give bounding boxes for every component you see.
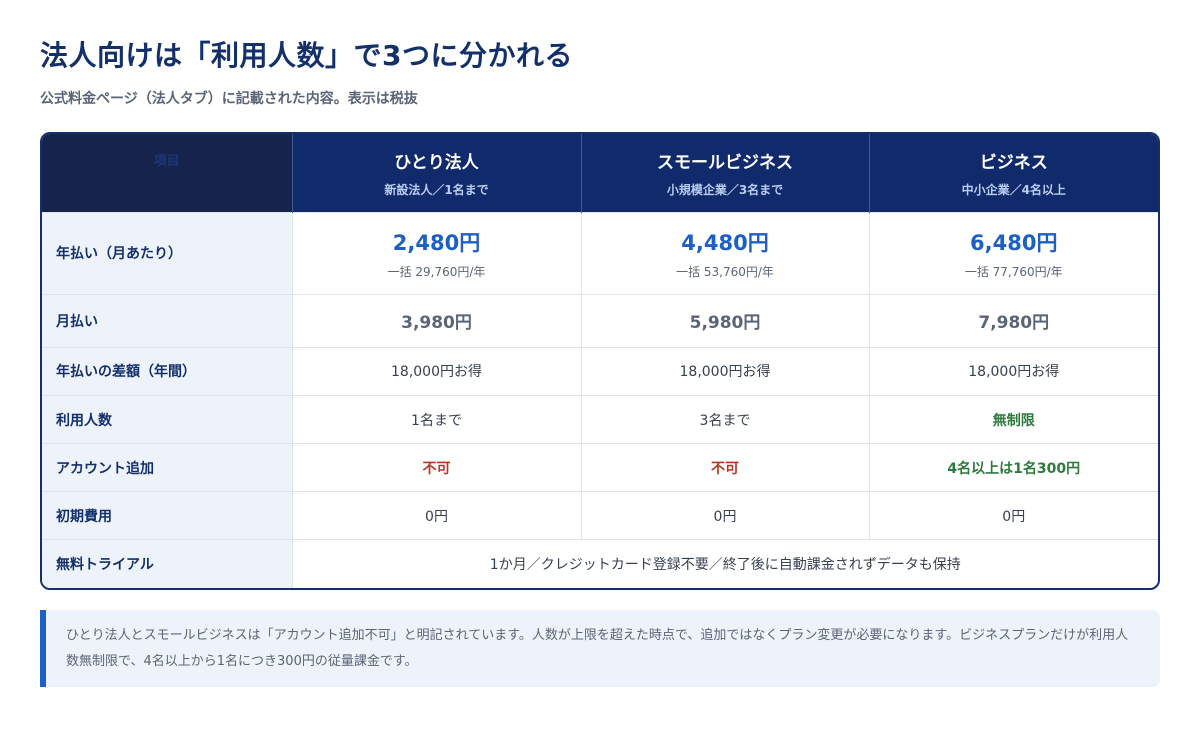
plan-header-small-business: スモールビジネス 小規模企業／3名まで <box>580 134 869 212</box>
page-subtitle: 公式料金ページ（法人タブ）に記載された内容。表示は税抜 <box>40 91 418 107</box>
annual-total: 一括 53,760円/年 <box>676 264 774 279</box>
row-label: 初期費用 <box>42 491 292 540</box>
annual-price-cell: 6,480円 一括 77,760円/年 <box>868 211 1158 295</box>
plan-target: 中小企業／4名以上 <box>961 182 1066 197</box>
page: 法人向けは「利用人数」で3つに分かれる 公式料金ページ（法人タブ）に記載された内… <box>0 0 1200 750</box>
table-row-annual: 年払い（月あたり） 2,480円 一括 29,760円/年 4,480円 一括 … <box>42 211 1158 295</box>
initial-fee-cell: 0円 <box>291 491 581 540</box>
table-header-row: 項目 ひとり法人 新設法人／1名まで スモールビジネス 小規模企業／3名まで ビ… <box>42 134 1158 212</box>
monthly-price: 5,980円 <box>689 313 761 334</box>
users-cell: 無制限 <box>868 394 1158 444</box>
diff-cell: 18,000円お得 <box>580 346 869 396</box>
trial-cell: 1か月／クレジットカード登録不要／終了後に自動課金されずデータも保持 <box>291 539 1158 588</box>
users-cell: 3名まで <box>580 394 869 444</box>
monthly-price-cell: 5,980円 <box>580 293 869 348</box>
table-row-monthly: 月払い 3,980円 5,980円 7,980円 <box>42 293 1158 348</box>
corner-label: 項目 <box>153 154 180 169</box>
plan-target: 小規模企業／3名まで <box>666 182 784 197</box>
annual-price-cell: 2,480円 一括 29,760円/年 <box>291 211 581 295</box>
users-cell: 1名まで <box>291 394 581 444</box>
table-row-diff: 年払いの差額（年間） 18,000円お得 18,000円お得 18,000円お得 <box>42 346 1158 396</box>
not-allowed-text: 不可 <box>422 460 451 477</box>
unlimited-badge: 無制限 <box>992 412 1035 429</box>
pricing-table: 項目 ひとり法人 新設法人／1名まで スモールビジネス 小規模企業／3名まで ビ… <box>40 132 1160 590</box>
row-label: アカウント追加 <box>42 443 292 492</box>
diff-cell: 18,000円お得 <box>868 346 1158 396</box>
monthly-price-cell: 7,980円 <box>868 293 1158 348</box>
plan-header-business: ビジネス 中小企業／4名以上 <box>868 134 1158 212</box>
row-label: 年払い（月あたり） <box>42 211 292 295</box>
diff-cell: 18,000円お得 <box>291 346 581 396</box>
annual-total: 一括 77,760円/年 <box>964 264 1063 279</box>
plan-header-hitori: ひとり法人 新設法人／1名まで <box>291 134 581 212</box>
row-label: 利用人数 <box>42 394 292 444</box>
account-cell: 不可 <box>580 443 869 492</box>
page-title: 法人向けは「利用人数」で3つに分かれる <box>40 39 573 72</box>
initial-fee-cell: 0円 <box>868 491 1158 540</box>
annual-price-cell: 4,480円 一括 53,760円/年 <box>580 211 869 295</box>
plan-name: ひとり法人 <box>394 152 479 173</box>
table-row-initial: 初期費用 0円 0円 0円 <box>42 491 1158 540</box>
add-account-fee: 4名以上は1名300円 <box>947 460 1081 477</box>
account-cell: 4名以上は1名300円 <box>868 443 1158 492</box>
row-label: 月払い <box>42 293 292 348</box>
row-label: 年払いの差額（年間） <box>42 346 292 396</box>
initial-fee-cell: 0円 <box>580 491 869 540</box>
annual-total: 一括 29,760円/年 <box>387 264 486 279</box>
plan-target: 新設法人／1名まで <box>384 182 489 197</box>
monthly-price-cell: 3,980円 <box>291 293 581 348</box>
not-allowed-text: 不可 <box>711 460 739 477</box>
annual-monthly-price: 4,480円 <box>681 230 769 255</box>
account-cell: 不可 <box>291 443 581 492</box>
monthly-price: 3,980円 <box>401 313 472 334</box>
annual-monthly-price: 2,480円 <box>392 230 481 255</box>
info-note: ひとり法人とスモールビジネスは「アカウント追加不可」と明記されています。人数が上… <box>40 610 1160 687</box>
plan-name: ビジネス <box>979 152 1048 173</box>
table-corner-cell: 項目 <box>42 134 292 212</box>
table-row-trial: 無料トライアル 1か月／クレジットカード登録不要／終了後に自動課金されずデータも… <box>42 539 1158 588</box>
table-row-account: アカウント追加 不可 不可 4名以上は1名300円 <box>42 443 1158 492</box>
table-row-users: 利用人数 1名まで 3名まで 無制限 <box>42 394 1158 444</box>
plan-name: スモールビジネス <box>657 152 793 173</box>
row-label: 無料トライアル <box>42 539 292 588</box>
annual-monthly-price: 6,480円 <box>970 230 1058 255</box>
monthly-price: 7,980円 <box>978 313 1050 334</box>
